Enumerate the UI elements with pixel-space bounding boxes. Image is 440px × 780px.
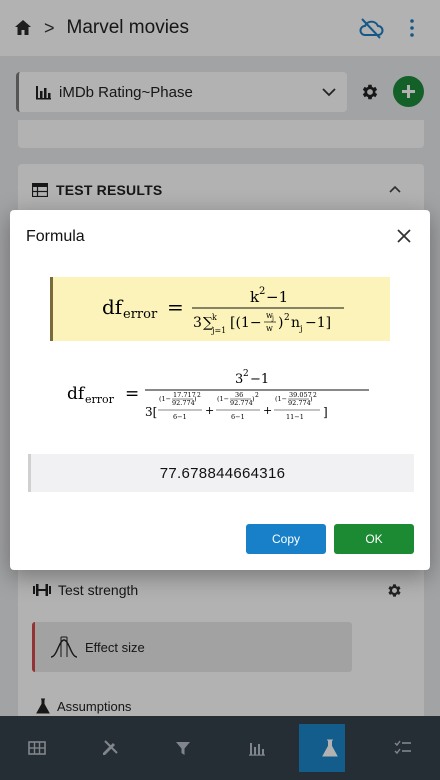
- svg-text:k: k: [212, 313, 217, 322]
- general-formula-math: df error = k 2 −1 3 ∑ k j=1 [(1− w j w )…: [102, 286, 344, 335]
- svg-text:(1−: (1−: [159, 395, 171, 403]
- formula-dialog: Formula df error = k 2 −1 3 ∑ k j=1 [(1−…: [10, 210, 430, 570]
- svg-text:[(1−: [(1−: [230, 315, 262, 331]
- svg-text:w: w: [266, 324, 273, 333]
- svg-text:=: =: [125, 384, 139, 404]
- svg-text:11−1: 11−1: [286, 413, 304, 421]
- svg-text:2: 2: [243, 369, 249, 379]
- svg-text:3: 3: [193, 315, 202, 331]
- svg-text:): ): [278, 315, 283, 331]
- svg-text:=: =: [167, 295, 184, 319]
- svg-text:−1: −1: [250, 372, 269, 387]
- svg-text:error: error: [85, 393, 115, 406]
- numeric-term-2: (1− 36 92.774 ) 2 6−1: [216, 391, 260, 421]
- svg-text:+: +: [205, 404, 214, 417]
- svg-text:]: ]: [323, 405, 328, 419]
- numeric-term-3: (1− 39.057 92.774 ) 2 11−1: [274, 391, 320, 421]
- svg-text:(1−: (1−: [275, 395, 287, 403]
- svg-text:df: df: [67, 384, 86, 404]
- svg-text:2: 2: [259, 286, 265, 297]
- svg-text:6−1: 6−1: [173, 413, 187, 421]
- svg-text:error: error: [123, 307, 158, 322]
- svg-text:df: df: [102, 295, 124, 319]
- svg-text:3[: 3[: [145, 405, 157, 419]
- close-icon[interactable]: [397, 229, 411, 243]
- svg-text:2: 2: [313, 392, 317, 399]
- svg-text:2: 2: [255, 392, 259, 399]
- ok-button[interactable]: OK: [334, 524, 414, 554]
- numeric-term-1: (1− 17.717 92.774 ) 2 6−1: [158, 391, 202, 421]
- result-value: 77.678844664316: [28, 454, 414, 492]
- svg-text:j=1: j=1: [211, 326, 226, 335]
- svg-text:n: n: [291, 315, 300, 331]
- svg-text:2: 2: [197, 392, 201, 399]
- svg-text:17.717: 17.717: [173, 391, 196, 399]
- svg-text:+: +: [263, 404, 272, 417]
- copy-button[interactable]: Copy: [246, 524, 326, 554]
- svg-text:(1−: (1−: [217, 395, 229, 403]
- svg-text:−1: −1: [266, 288, 288, 306]
- svg-text:6−1: 6−1: [231, 413, 245, 421]
- svg-text:2: 2: [284, 313, 290, 323]
- numeric-formula: df error = 3 2 −1 3[ (1− 17.717 92.774 )…: [10, 354, 430, 434]
- svg-text:39.057: 39.057: [289, 391, 312, 399]
- svg-text:36: 36: [235, 391, 243, 399]
- svg-text:92.774: 92.774: [288, 399, 311, 407]
- svg-text:92.774: 92.774: [172, 399, 195, 407]
- dialog-title: Formula: [26, 228, 85, 245]
- svg-text:j: j: [271, 315, 274, 322]
- svg-text:−1]: −1]: [305, 315, 331, 331]
- svg-text:j: j: [299, 324, 302, 333]
- general-formula: df error = k 2 −1 3 ∑ k j=1 [(1− w j w )…: [50, 277, 390, 341]
- numeric-formula-math: df error = 3 2 −1 3[ (1− 17.717 92.774 )…: [67, 369, 369, 421]
- svg-text:92.774: 92.774: [230, 399, 253, 407]
